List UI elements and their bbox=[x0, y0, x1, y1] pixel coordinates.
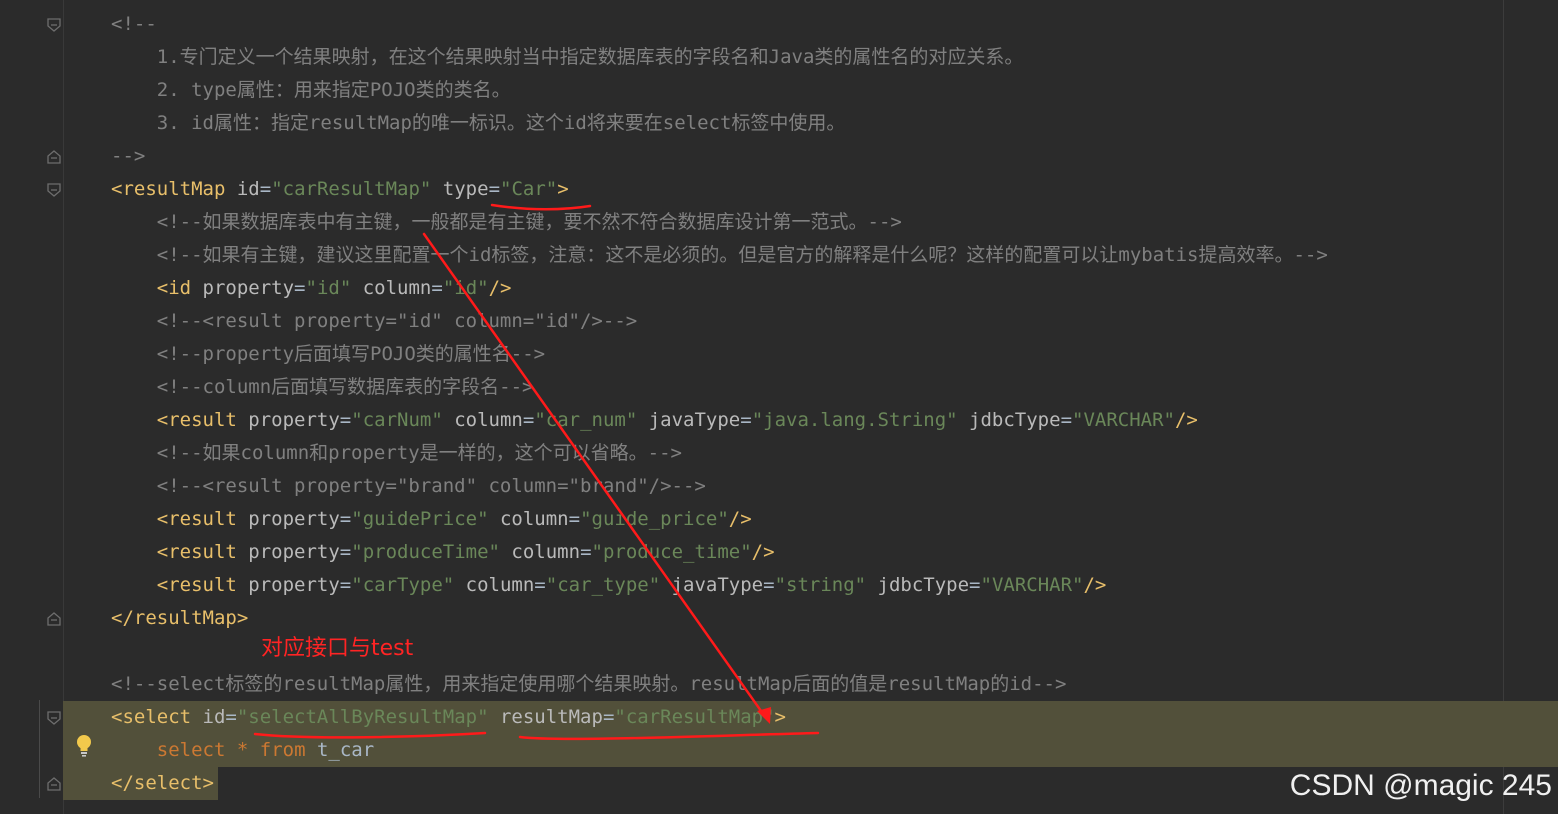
arrow-line bbox=[422, 232, 768, 720]
annotation-overlay bbox=[253, 203, 820, 741]
underline-select-id bbox=[253, 731, 487, 739]
underline-resultmap bbox=[518, 731, 820, 741]
underline-type-car bbox=[490, 203, 592, 211]
